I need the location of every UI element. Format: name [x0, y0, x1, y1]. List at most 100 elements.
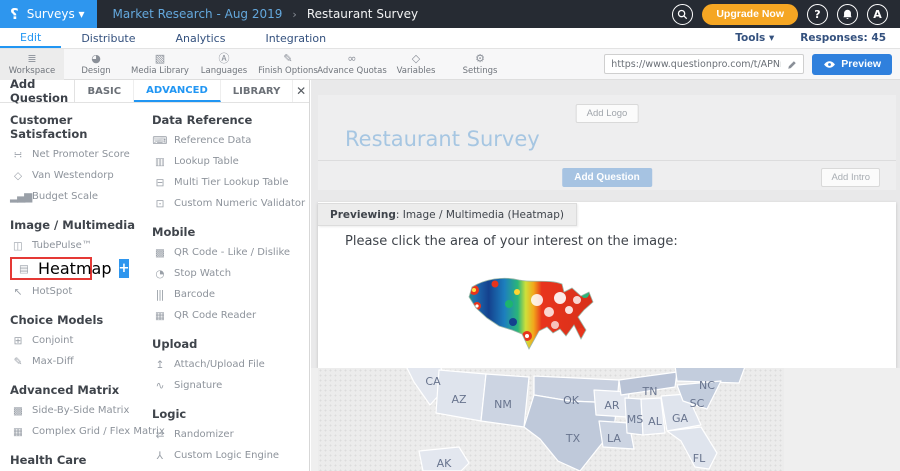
- search-icon[interactable]: [672, 4, 693, 25]
- nav-distribute[interactable]: Distribute: [61, 28, 155, 48]
- tab-library[interactable]: LIBRARY: [221, 80, 294, 102]
- edit-url-pencil-icon[interactable]: [787, 55, 797, 74]
- bar-chart-icon: ▂▄▆: [10, 191, 25, 203]
- item-qr-code-reader[interactable]: ▦ QR Code Reader: [152, 305, 309, 326]
- lookup-table-icon: ▥: [152, 156, 167, 168]
- nav-analytics[interactable]: Analytics: [156, 28, 246, 48]
- tools-dropdown[interactable]: Tools ▾: [735, 32, 774, 44]
- preview-button[interactable]: Preview: [812, 54, 892, 75]
- item-barcode[interactable]: ||| Barcode: [152, 284, 309, 305]
- workspace-icon: ≣: [27, 53, 36, 65]
- state-label: NM: [494, 398, 512, 411]
- numeric-validator-icon: ⊡: [152, 198, 167, 210]
- tab-advanced[interactable]: ADVANCED: [134, 80, 221, 102]
- item-custom-numeric-validator[interactable]: ⊡ Custom Numeric Validator: [152, 193, 309, 214]
- add-question-button[interactable]: Add Question: [562, 168, 652, 187]
- edit-toolbar: ≣ Workspace ◕ Design ▧ Media Library Ⓐ L…: [0, 49, 900, 80]
- tool-media-library[interactable]: ▧ Media Library: [128, 49, 192, 80]
- upload-icon: ↥: [152, 359, 167, 371]
- add-question-panel: Add Question BASIC ADVANCED LIBRARY ✕ Cu…: [0, 80, 310, 471]
- wand-icon: ✎: [283, 53, 292, 65]
- questionpro-logo-icon: ?: [10, 5, 19, 23]
- section-customer-satisfaction: Customer Satisfaction: [10, 113, 152, 141]
- tool-settings[interactable]: ⚙ Settings: [448, 49, 512, 80]
- survey-header-actions: Add Question Add Intro: [318, 160, 896, 190]
- item-custom-logic-engine[interactable]: ⅄ Custom Logic Engine: [152, 445, 309, 466]
- item-qr-like-dislike[interactable]: ▩ QR Code - Like / Dislike: [152, 242, 309, 263]
- item-multi-tier-lookup[interactable]: ⊟ Multi Tier Lookup Table: [152, 172, 309, 193]
- shuffle-icon: ⇄: [152, 429, 167, 441]
- state-label: AR: [604, 399, 620, 412]
- item-attach-upload-file[interactable]: ↥ Attach/Upload File: [152, 354, 309, 375]
- panel-header: Add Question BASIC ADVANCED LIBRARY ✕: [0, 80, 309, 103]
- tool-advance-quotas[interactable]: ∞ Advance Quotas: [320, 49, 384, 80]
- tool-languages[interactable]: Ⓐ Languages: [192, 49, 256, 80]
- gear-icon: ⚙: [475, 53, 485, 65]
- add-logo-button[interactable]: Add Logo: [576, 104, 639, 123]
- nps-scale-icon: ∺: [10, 149, 25, 161]
- survey-url-input[interactable]: [611, 59, 781, 70]
- nav-edit[interactable]: Edit: [0, 28, 61, 48]
- item-net-promoter-score[interactable]: ∺ Net Promoter Score: [10, 144, 152, 165]
- panel-title: Add Question: [0, 80, 75, 102]
- tool-design[interactable]: ◕ Design: [64, 49, 128, 80]
- close-icon[interactable]: ✕: [293, 80, 309, 102]
- item-complex-grid[interactable]: ▦ Complex Grid / Flex Matrix: [10, 421, 152, 442]
- translate-icon: Ⓐ: [219, 53, 230, 65]
- notifications-bell-icon[interactable]: [837, 4, 858, 25]
- heatmap-usa-image[interactable]: [465, 270, 597, 360]
- item-hotspot[interactable]: ↖ HotSpot: [10, 281, 152, 302]
- responses-count[interactable]: Responses: 45: [800, 32, 886, 44]
- qr-reader-icon: ▦: [152, 310, 167, 322]
- question-column-right: Data Reference ⌨ Reference Data ▥ Lookup…: [152, 105, 309, 471]
- surveys-menu[interactable]: ? Surveys ▾: [0, 0, 97, 28]
- item-signature[interactable]: ∿ Signature: [152, 375, 309, 396]
- tool-variables[interactable]: ◇ Variables: [384, 49, 448, 80]
- survey-title[interactable]: Restaurant Survey: [345, 127, 540, 151]
- help-button[interactable]: ?: [807, 4, 828, 25]
- nav-integration[interactable]: Integration: [245, 28, 346, 48]
- question-text: Please click the area of your interest o…: [345, 234, 678, 249]
- item-tubepulse[interactable]: ◫ TubePulse™: [10, 235, 152, 256]
- tool-finish-options[interactable]: ✎ Finish Options: [256, 49, 320, 80]
- add-heatmap-plus-button[interactable]: +: [119, 259, 130, 278]
- avatar[interactable]: A: [867, 4, 888, 25]
- tool-workspace[interactable]: ≣ Workspace: [0, 49, 64, 80]
- state-label: FL: [693, 452, 706, 465]
- item-van-westendorp[interactable]: ◇ Van Westendorp: [10, 165, 152, 186]
- qr-code-icon: ▩: [152, 247, 167, 259]
- item-reference-data[interactable]: ⌨ Reference Data: [152, 130, 309, 151]
- item-randomizer[interactable]: ⇄ Randomizer: [152, 424, 309, 445]
- state-label: NC: [699, 379, 715, 392]
- item-stop-watch[interactable]: ◔ Stop Watch: [152, 263, 309, 284]
- upgrade-now-button[interactable]: Upgrade Now: [702, 4, 798, 25]
- state-label: AK: [437, 457, 453, 470]
- video-icon: ◫: [10, 240, 25, 252]
- question-column-left: Customer Satisfaction ∺ Net Promoter Sco…: [10, 105, 152, 471]
- main-nav: Edit Distribute Analytics Integration To…: [0, 28, 900, 49]
- item-side-by-side-matrix[interactable]: ▩ Side-By-Side Matrix: [10, 400, 152, 421]
- state-label: AZ: [451, 393, 467, 406]
- item-budget-scale[interactable]: ▂▄▆ Budget Scale: [10, 186, 152, 207]
- cursor-icon: ↖: [10, 286, 25, 298]
- item-lookup-table[interactable]: ▥ Lookup Table: [152, 151, 309, 172]
- state-label: TN: [642, 385, 658, 398]
- signature-icon: ∿: [152, 380, 167, 392]
- item-conjoint[interactable]: ⊞ Conjoint: [10, 330, 152, 351]
- state-label: LA: [607, 432, 621, 445]
- item-heatmap-highlighted[interactable]: ▤ Heatmap +: [10, 257, 92, 280]
- background-map-strip: CA AZ NM OK AR TN NC SC MS AL GA TX LA F…: [311, 368, 900, 471]
- nav-right: Tools ▾ Responses: 45: [735, 32, 900, 44]
- breadcrumb-parent[interactable]: Market Research - Aug 2019: [113, 7, 283, 21]
- state-label: TX: [565, 432, 581, 445]
- add-intro-button[interactable]: Add Intro: [821, 168, 880, 187]
- usa-states-map[interactable]: CA AZ NM OK AR TN NC SC MS AL GA TX LA F…: [318, 368, 784, 471]
- survey-header-block: Add Logo Restaurant Survey Add Question …: [318, 95, 896, 190]
- chain-links-icon: ∞: [347, 53, 356, 65]
- price-tag-icon: ◇: [10, 170, 25, 182]
- survey-url-field: [604, 54, 804, 74]
- tab-basic[interactable]: BASIC: [75, 80, 134, 102]
- item-max-diff[interactable]: ✎ Max-Diff: [10, 351, 152, 372]
- keyboard-icon: ⌨: [152, 135, 167, 147]
- heatmap-icon: ▤: [16, 263, 31, 275]
